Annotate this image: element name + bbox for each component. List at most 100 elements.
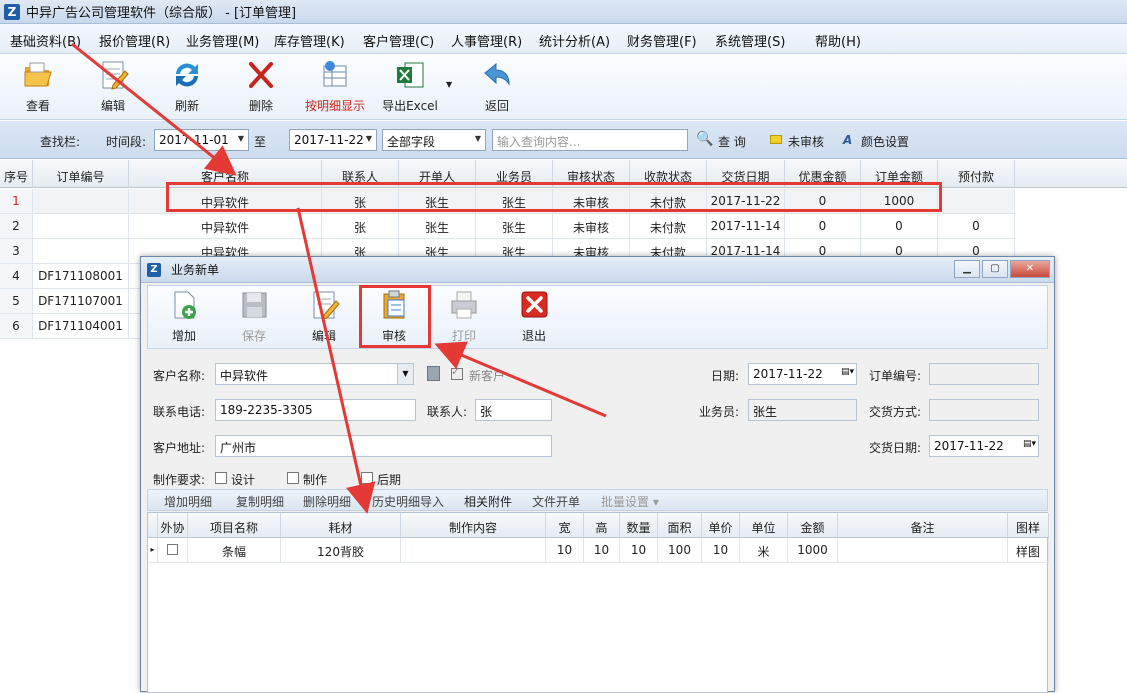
- detail-cell[interactable]: 10: [702, 538, 740, 563]
- export-dropdown-icon[interactable]: ▼: [446, 80, 452, 89]
- detail-cell[interactable]: 样图: [1008, 538, 1049, 563]
- table-cell[interactable]: 0: [938, 214, 1015, 239]
- customer-select[interactable]: 中异软件 ▼: [215, 363, 414, 385]
- row-number[interactable]: 1: [0, 189, 33, 214]
- detail-col-header[interactable]: 单价: [702, 513, 740, 538]
- make-checkbox[interactable]: [287, 472, 299, 484]
- date-picker[interactable]: 2017-11-22 ▤▾: [748, 363, 857, 385]
- menu-inventory-management[interactable]: 库存管理(K): [274, 31, 345, 50]
- table-cell[interactable]: 张生: [399, 214, 476, 239]
- order-no-field[interactable]: [929, 363, 1039, 385]
- detail-col-header[interactable]: 图样: [1008, 513, 1049, 538]
- table-cell[interactable]: 未付款: [630, 214, 707, 239]
- detail-cell[interactable]: 10: [584, 538, 620, 563]
- table-cell[interactable]: DF171108001: [33, 264, 129, 289]
- add-detail-button[interactable]: 增加明细: [164, 493, 212, 510]
- close-button[interactable]: ✕: [1010, 260, 1050, 278]
- menu-business-management[interactable]: 业务管理(M): [186, 31, 259, 50]
- menu-finance[interactable]: 财务管理(F): [627, 31, 697, 50]
- menu-help[interactable]: 帮助(H): [815, 31, 861, 50]
- detail-cell[interactable]: 100: [658, 538, 702, 563]
- design-checkbox[interactable]: [215, 472, 227, 484]
- detail-col-header[interactable]: 数量: [620, 513, 658, 538]
- maximize-button[interactable]: ▢: [982, 260, 1008, 278]
- unreviewed-filter[interactable]: 未审核: [788, 133, 824, 150]
- menu-hr-management[interactable]: 人事管理(R): [451, 31, 522, 50]
- contact-field[interactable]: 张: [475, 399, 552, 421]
- detail-col-header[interactable]: 高: [584, 513, 620, 538]
- post-checkbox[interactable]: [361, 472, 373, 484]
- save-button[interactable]: 保存: [222, 288, 286, 346]
- detail-col-header[interactable]: 单位: [740, 513, 788, 538]
- detail-cell[interactable]: 120背胶: [281, 538, 401, 563]
- add-button[interactable]: 增加: [152, 288, 216, 346]
- print-button[interactable]: 打印: [432, 288, 496, 346]
- detail-col-header[interactable]: 项目名称: [188, 513, 281, 538]
- table-cell[interactable]: 张生: [476, 214, 553, 239]
- delivery-date-picker[interactable]: 2017-11-22 ▤▾: [929, 435, 1039, 457]
- row-number[interactable]: 4: [0, 264, 33, 289]
- dialog-edit-button[interactable]: 编辑: [292, 288, 356, 346]
- row-number[interactable]: 5: [0, 289, 33, 314]
- detail-col-header[interactable]: 金额: [788, 513, 838, 538]
- table-cell[interactable]: [938, 189, 1015, 214]
- table-cell[interactable]: DF171107001: [33, 289, 129, 314]
- table-cell[interactable]: 张: [322, 214, 399, 239]
- attachments-button[interactable]: 相关附件: [464, 493, 512, 510]
- detail-col-header[interactable]: 备注: [838, 513, 1008, 538]
- exit-button[interactable]: 退出: [502, 288, 566, 346]
- batch-settings-button[interactable]: 批量设置 ▾: [601, 493, 659, 510]
- detail-cell[interactable]: 米: [740, 538, 788, 563]
- col-header[interactable]: 序号: [0, 160, 33, 188]
- row-number[interactable]: 3: [0, 239, 33, 264]
- phone-field[interactable]: 189-2235-3305: [215, 399, 416, 421]
- col-header[interactable]: 订单编号: [33, 160, 129, 188]
- minimize-button[interactable]: ▁: [954, 260, 980, 278]
- detail-col-header[interactable]: 外协: [158, 513, 188, 538]
- outsource-checkbox[interactable]: [158, 538, 188, 563]
- table-cell[interactable]: 未审核: [553, 214, 630, 239]
- table-cell[interactable]: [33, 214, 129, 239]
- salesman-field[interactable]: 张生: [748, 399, 857, 421]
- customer-lookup-icon[interactable]: [427, 366, 440, 381]
- detail-col-header[interactable]: 制作内容: [401, 513, 546, 538]
- detail-cell[interactable]: 10: [546, 538, 584, 563]
- detail-col-header[interactable]: 宽: [546, 513, 584, 538]
- date-from-picker[interactable]: 2017-11-01 ▼: [154, 129, 249, 151]
- table-cell[interactable]: DF171104001: [33, 314, 129, 339]
- row-number[interactable]: 6: [0, 314, 33, 339]
- delete-button[interactable]: 删除: [229, 58, 293, 116]
- menu-quote-management[interactable]: 报价管理(R): [99, 31, 170, 50]
- menu-statistics[interactable]: 统计分析(A): [539, 31, 610, 50]
- table-cell[interactable]: [33, 189, 129, 214]
- field-select[interactable]: 全部字段 ▼: [382, 129, 486, 151]
- delete-detail-button[interactable]: 删除明细: [303, 493, 351, 510]
- table-cell[interactable]: 0: [785, 214, 861, 239]
- detail-cell[interactable]: 条幅: [188, 538, 281, 563]
- address-field[interactable]: 广州市: [215, 435, 552, 457]
- export-excel-button[interactable]: 导出Excel: [378, 58, 442, 116]
- menu-basic-data[interactable]: 基础资料(B): [10, 31, 81, 50]
- menu-system[interactable]: 系统管理(S): [715, 31, 785, 50]
- refresh-button[interactable]: 刷新: [155, 58, 219, 116]
- col-header[interactable]: 预付款: [938, 160, 1015, 188]
- copy-detail-button[interactable]: 复制明细: [236, 493, 284, 510]
- back-button[interactable]: 返回: [465, 58, 529, 116]
- table-cell[interactable]: 0: [861, 214, 938, 239]
- delivery-method-field[interactable]: [929, 399, 1039, 421]
- search-input[interactable]: 输入查询内容...: [492, 129, 688, 151]
- detail-cell[interactable]: 10: [620, 538, 658, 563]
- detail-cell[interactable]: [838, 538, 1008, 563]
- row-number[interactable]: 2: [0, 214, 33, 239]
- detail-col-header[interactable]: 耗材: [281, 513, 401, 538]
- menu-customer-management[interactable]: 客户管理(C): [363, 31, 434, 50]
- detail-col-header[interactable]: 面积: [658, 513, 702, 538]
- table-cell[interactable]: 中异软件: [129, 214, 322, 239]
- import-history-button[interactable]: 历史明细导入: [372, 493, 444, 510]
- table-cell[interactable]: [33, 239, 129, 264]
- detail-cell[interactable]: 1000: [788, 538, 838, 563]
- query-button[interactable]: 查 询: [718, 133, 746, 150]
- detail-cell[interactable]: [401, 538, 546, 563]
- edit-button[interactable]: 编辑: [81, 58, 145, 116]
- view-button[interactable]: 查看: [6, 58, 70, 116]
